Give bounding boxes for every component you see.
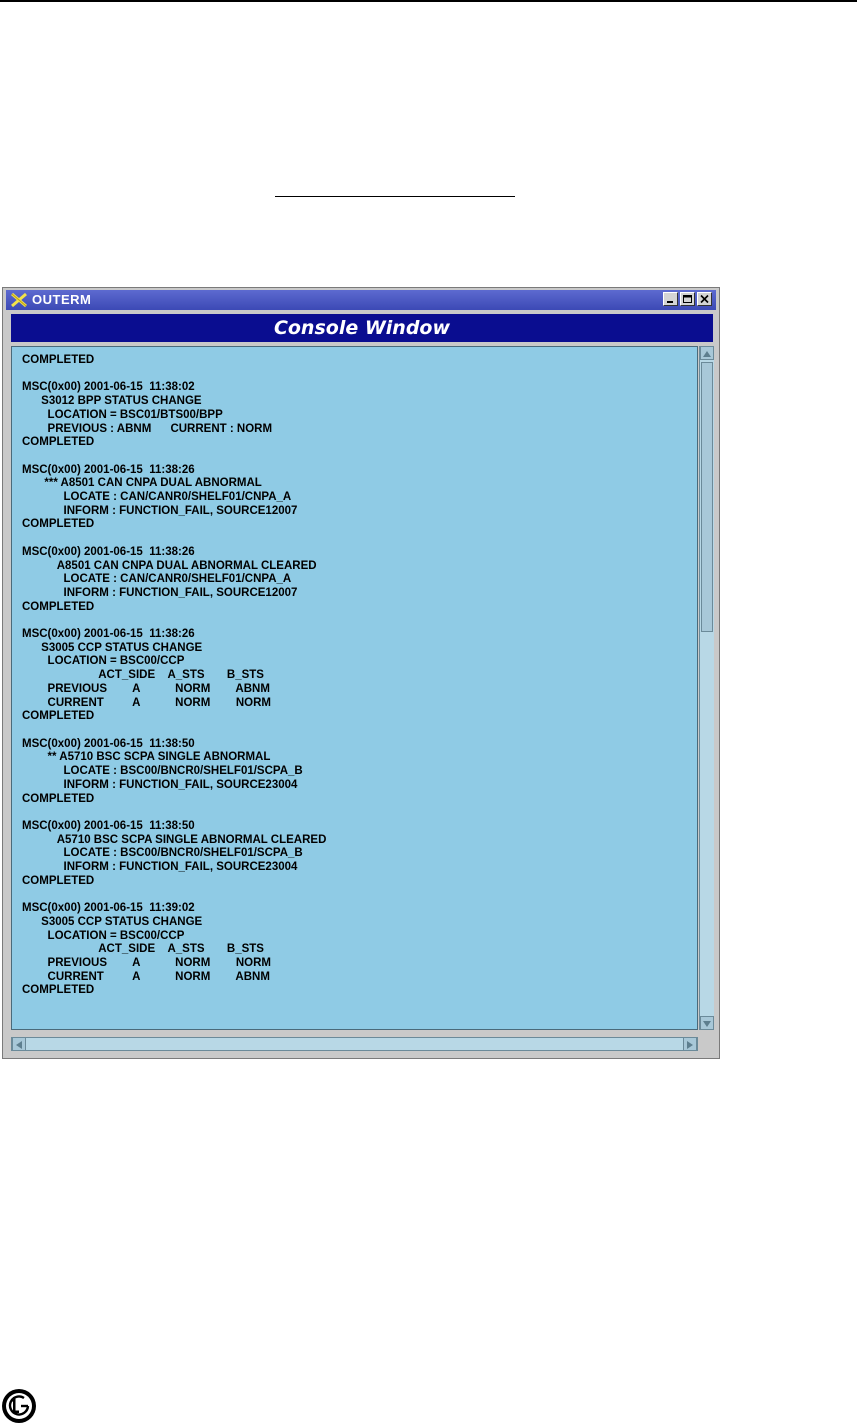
right-arrow-icon — [687, 1041, 693, 1049]
close-button[interactable] — [697, 292, 712, 306]
console-line: COMPLETED — [22, 436, 95, 449]
console-line: A5710 BSC SCPA SINGLE ABNORMAL CLEARED — [22, 833, 327, 846]
horizontal-scrollbar[interactable] — [11, 1037, 698, 1051]
console-line: *** A8501 CAN CNPA DUAL ABNORMAL — [22, 477, 262, 490]
vertical-scrollbar[interactable] — [699, 346, 714, 1030]
outerm-window: OUTERM Console Window COMPLETED MSC(0x00… — [2, 287, 720, 1059]
console-line: PREVIOUS : ABNM CURRENT : NORM — [22, 422, 273, 435]
top-rule — [0, 0, 857, 2]
console-line: COMPLETED — [22, 600, 95, 613]
minimize-icon — [667, 301, 673, 303]
scroll-down-button[interactable] — [700, 1016, 714, 1030]
underline-rule — [275, 196, 515, 197]
console-line: LOCATE : CAN/CANR0/SHELF01/CNPA_A — [22, 491, 292, 504]
vertical-scroll-thumb[interactable] — [701, 362, 713, 632]
console-line: S3005 CCP STATUS CHANGE — [22, 641, 203, 654]
console-line: COMPLETED — [22, 710, 95, 723]
left-arrow-icon — [16, 1041, 22, 1049]
console-line: MSC(0x00) 2001-06-15 11:38:26 — [22, 545, 195, 558]
console-line: PREVIOUS A NORM ABNM — [22, 682, 270, 695]
console-line: LOCATION = BSC01/BTS00/BPP — [22, 408, 223, 421]
console-output-area[interactable]: COMPLETED MSC(0x00) 2001-06-15 11:38:02 … — [11, 346, 698, 1030]
x-app-icon — [11, 292, 27, 308]
up-arrow-icon — [703, 351, 711, 357]
window-controls — [663, 292, 712, 306]
console-line: A8501 CAN CNPA DUAL ABNORMAL CLEARED — [22, 559, 317, 572]
console-line: ACT_SIDE A_STS B_STS — [22, 669, 264, 682]
console-line: INFORM : FUNCTION_FAIL, SOURCE23004 — [22, 778, 298, 791]
console-line: COMPLETED — [22, 874, 95, 887]
maximize-button[interactable] — [680, 292, 695, 306]
close-icon — [700, 294, 709, 304]
console-line: INFORM : FUNCTION_FAIL, SOURCE12007 — [22, 586, 298, 599]
console-line: MSC(0x00) 2001-06-15 11:38:02 — [22, 381, 195, 394]
console-line: LOCATION = BSC00/CCP — [22, 655, 185, 668]
console-line: MSC(0x00) 2001-06-15 11:38:26 — [22, 628, 195, 641]
console-line: COMPLETED — [22, 792, 95, 805]
console-line: INFORM : FUNCTION_FAIL, SOURCE12007 — [22, 504, 298, 517]
minimize-button[interactable] — [663, 292, 678, 306]
down-arrow-icon — [703, 1021, 711, 1027]
console-line: CURRENT A NORM ABNM — [22, 970, 270, 983]
console-line: CURRENT A NORM NORM — [22, 696, 271, 709]
title-bar[interactable]: OUTERM — [6, 290, 716, 310]
console-line: LOCATE : BSC00/BNCR0/SHELF01/SCPA_B — [22, 847, 303, 860]
console-line: INFORM : FUNCTION_FAIL, SOURCE23004 — [22, 861, 298, 874]
console-line: ACT_SIDE A_STS B_STS — [22, 943, 264, 956]
scroll-right-button[interactable] — [683, 1037, 697, 1051]
console-line: LOCATION = BSC00/CCP — [22, 929, 185, 942]
scroll-up-button[interactable] — [700, 346, 714, 360]
console-line: MSC(0x00) 2001-06-15 11:39:02 — [22, 902, 195, 915]
console-line: ** A5710 BSC SCPA SINGLE ABNORMAL — [22, 751, 271, 764]
console-line: COMPLETED — [22, 984, 95, 997]
lg-logo — [2, 1389, 36, 1423]
console-window-header: Console Window — [11, 314, 713, 342]
console-line: MSC(0x00) 2001-06-15 11:38:26 — [22, 463, 195, 476]
console-line: PREVIOUS A NORM NORM — [22, 956, 271, 969]
console-line: COMPLETED — [22, 518, 95, 531]
console-line: S3012 BPP STATUS CHANGE — [22, 395, 202, 408]
scroll-left-button[interactable] — [12, 1037, 26, 1051]
window-title: OUTERM — [32, 292, 92, 307]
console-line: MSC(0x00) 2001-06-15 11:38:50 — [22, 737, 195, 750]
console-line: COMPLETED — [22, 354, 95, 366]
console-output-text: COMPLETED MSC(0x00) 2001-06-15 11:38:02 … — [12, 347, 697, 998]
console-line: LOCATE : BSC00/BNCR0/SHELF01/SCPA_B — [22, 765, 303, 778]
console-line: S3005 CCP STATUS CHANGE — [22, 915, 203, 928]
console-line: LOCATE : CAN/CANR0/SHELF01/CNPA_A — [22, 573, 292, 586]
console-line: MSC(0x00) 2001-06-15 11:38:50 — [22, 819, 195, 832]
maximize-icon — [683, 295, 692, 303]
